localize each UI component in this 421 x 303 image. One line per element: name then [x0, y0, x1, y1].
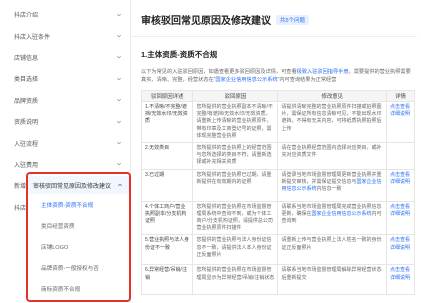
table-cell: 您所提供的营业执照在市场监督管理局系统中查询不到，或为个体工商户/分支机构证照，… — [192, 200, 279, 236]
chevron-down-icon — [115, 118, 122, 125]
table-cell: 1.不清晰/不完整/遮挡/无效水印/无效资质 — [140, 100, 194, 144]
sidebar-item-brand-qualification[interactable]: 品牌资质 — [0, 90, 130, 111]
divider — [131, 36, 417, 37]
table-cell: 您所提供的营业执照已过期，请重新提供在有效期内的证照 — [192, 168, 279, 202]
sidebar-item-label: 类目选择 — [14, 77, 39, 84]
intro-text-part: 以下为常见的入驻驳回原因，如遇查看更多驳回原因及详情，可查看 — [141, 69, 297, 75]
section-title: 1.主体资质-资质不合规 — [141, 50, 218, 59]
sidebar-item-label: 入驻费用 — [14, 162, 39, 169]
table-cell: 6.异常经营/吊销/注销 — [140, 264, 194, 296]
sidebar-subitem-trademark[interactable]: 商标资质不合规 — [28, 279, 129, 300]
sidebar-item-label: 资质说明 — [14, 120, 39, 127]
chevron-down-icon — [115, 33, 122, 40]
table-header: 详情 — [386, 90, 415, 102]
chevron-down-icon — [115, 97, 122, 104]
sidebar-subitem-store-logo[interactable]: 店铺LOGO — [28, 236, 129, 257]
table-cell: 请联系当地市场监督管理局解除异常经营状态后重新提交 — [277, 264, 387, 296]
title-row: 审核驳回常见原因及修改建议 共5个问题 — [141, 12, 421, 27]
table-header: 驳回原因 — [192, 90, 279, 102]
sidebar-item-entry-process[interactable]: 入驻流程 — [0, 132, 130, 153]
sidebar-item-entry-conditions[interactable]: 抖店入驻条件 — [0, 25, 130, 46]
detail-link[interactable]: 点击查看详细说明 — [386, 234, 415, 266]
sidebar-item-qualification-notes[interactable]: 资质说明 — [0, 111, 130, 132]
main-content: 审核驳回常见原因及修改建议 共5个问题 1.主体资质-资质不合规 以下为常见的入… — [131, 0, 421, 303]
table-cell: 5.营业执照与法人身份证不一致 — [140, 234, 194, 266]
sidebar-nav: 抖店介绍 抖店入驻条件 店铺信息 类目选择 品牌资质 资质说明 入驻流程 入驻费… — [0, 0, 131, 303]
table-cell: 您所提供的营业执照副本不清晰/不完整/有遮挡/无效水印/无效资质，请重新上传清晰… — [192, 100, 279, 144]
detail-link — [386, 142, 415, 170]
sidebar-subitem-brand-authorization[interactable]: 品牌资质-一般授权与否 — [28, 258, 129, 279]
table-row: 1.不清晰/不完整/遮挡/无效水印/无效资质 您所提供的营业执照副本不清晰/不完… — [140, 100, 415, 144]
chevron-down-icon — [115, 11, 122, 18]
detail-link[interactable]: 点击查看详细说明 — [386, 168, 415, 202]
guide-link[interactable]: 极致入驻驳回指导手册 — [297, 69, 349, 75]
table-cell: 请重新上传与营业执照上法人姓名一致的身份证正反面照片 — [277, 234, 387, 266]
table-header: 修改意见 — [277, 90, 387, 102]
page-title: 审核驳回常见原因及修改建议 — [141, 16, 271, 27]
table-cell: 请提供清晰完整的营业执照原件扫描或拍照图片，需保证所有信息清晰可见，不能出现水印… — [277, 100, 387, 144]
table-header: 驳回原因详述 — [140, 90, 194, 102]
credit-system-link[interactable]: 国家企业信用信息公示系统 — [312, 211, 372, 217]
table-cell: 请在营业执照经营范围内选择对应类目，或补充对应资质文件 — [277, 142, 387, 170]
sidebar-item-label: 品牌资质 — [14, 98, 39, 105]
table-row: 4.个体工商户/营业执照副本/分支机构证照 您所提供的营业执照在市场监督管理局系… — [140, 200, 415, 236]
sidebar-subitem-category-qualification[interactable]: 类目经营资质 — [28, 215, 129, 236]
rejection-reasons-table: 驳回原因详述 驳回原因 修改意见 详情 1.不清晰/不完整/遮挡/无效水印/无效… — [140, 90, 415, 296]
table-cell: 您所提供的营业执照上的经营范围与您所选择的类目不符，请重新选择或补充相关资质 — [192, 142, 279, 170]
intro-text-part: ”内可查询结果为正常经营 — [277, 77, 337, 83]
chevron-down-icon — [115, 75, 122, 82]
table-cell: 2.无效类目 — [140, 142, 194, 170]
cell-text: 内信息一致 — [316, 186, 342, 193]
chevron-down-icon — [115, 161, 122, 168]
detail-link[interactable]: 点击查看详细说明 — [386, 264, 415, 296]
detail-link[interactable]: 点击查看详细说明 — [386, 100, 415, 144]
sidebar-item-label: 抖店入驻条件 — [14, 34, 51, 41]
chevron-down-icon — [115, 140, 122, 147]
table-row: 5.营业执照与法人身份证不一致 您提供的营业执照与法人身份证信息不一致，请提供法… — [140, 234, 415, 266]
table-cell: 请联系当地市场监督管理局完成营业执照信息更新，确保在国家企业信用信息公示系统内可… — [277, 200, 387, 236]
table-cell: 4.个体工商户/营业执照副本/分支机构证照 — [140, 200, 194, 236]
chevron-up-icon — [116, 182, 123, 189]
sidebar-subitem-entity-qualification[interactable]: 主体资质-资质不合规 — [28, 194, 129, 215]
help-center-page: 抖店介绍 抖店入驻条件 店铺信息 类目选择 品牌资质 资质说明 入驻流程 入驻费… — [0, 0, 421, 303]
sidebar-item-category[interactable]: 类目选择 — [0, 68, 130, 89]
table-cell: 请登录当地市场监督管理局更新营业执照并重新提交审核，并需保证提交信息与国家企业信… — [277, 168, 387, 202]
table-cell: 您所提供的营业执照在市场监督管理局显示为异常经营/吊销/注销状态 — [192, 264, 279, 296]
table-row: 6.异常经营/吊销/注销 您所提供的营业执照在市场监督管理局显示为异常经营/吊销… — [140, 264, 415, 296]
sidebar-group-label: 审核驳回常见原因及修改建议 — [33, 183, 112, 190]
count-badge: 共5个问题 — [276, 14, 310, 25]
sidebar-group-rejection-reasons[interactable]: 审核驳回常见原因及修改建议 — [28, 176, 129, 194]
detail-link[interactable]: 点击查看详细说明 — [386, 200, 415, 236]
table-row: 2.无效类目 您所提供的营业执照上的经营范围与您所选择的类目不符，请重新选择或补… — [140, 142, 415, 170]
sidebar-item-label: 抖店介绍 — [14, 13, 39, 20]
sidebar-item-label: 店铺信息 — [14, 55, 39, 62]
credit-system-link[interactable]: 国家企业信用信息公示系统 — [215, 77, 277, 83]
intro-text: 以下为常见的入驻驳回原因，如遇查看更多驳回原因及详情，可查看极致入驻驳回指导手册… — [141, 68, 411, 84]
sidebar-item-store-info[interactable]: 店铺信息 — [0, 47, 130, 68]
table-cell: 3.已过期 — [140, 168, 194, 202]
table-cell: 您提供的营业执照与法人身份证信息不一致，请提供法人本人身份证正反面照片 — [192, 234, 279, 266]
table-header-row: 驳回原因详述 驳回原因 修改意见 详情 — [140, 90, 415, 102]
sidebar-item-store-intro[interactable]: 抖店介绍 — [0, 4, 130, 25]
chevron-down-icon — [115, 54, 122, 61]
table-row: 3.已过期 您所提供的营业执照已过期，请重新提供在有效期内的证照 请登录当地市场… — [140, 168, 415, 202]
sidebar-active-group: 审核驳回常见原因及修改建议 主体资质-资质不合规 类目经营资质 店铺LOGO 品… — [26, 172, 131, 302]
sidebar-item-label: 入驻流程 — [14, 141, 39, 148]
